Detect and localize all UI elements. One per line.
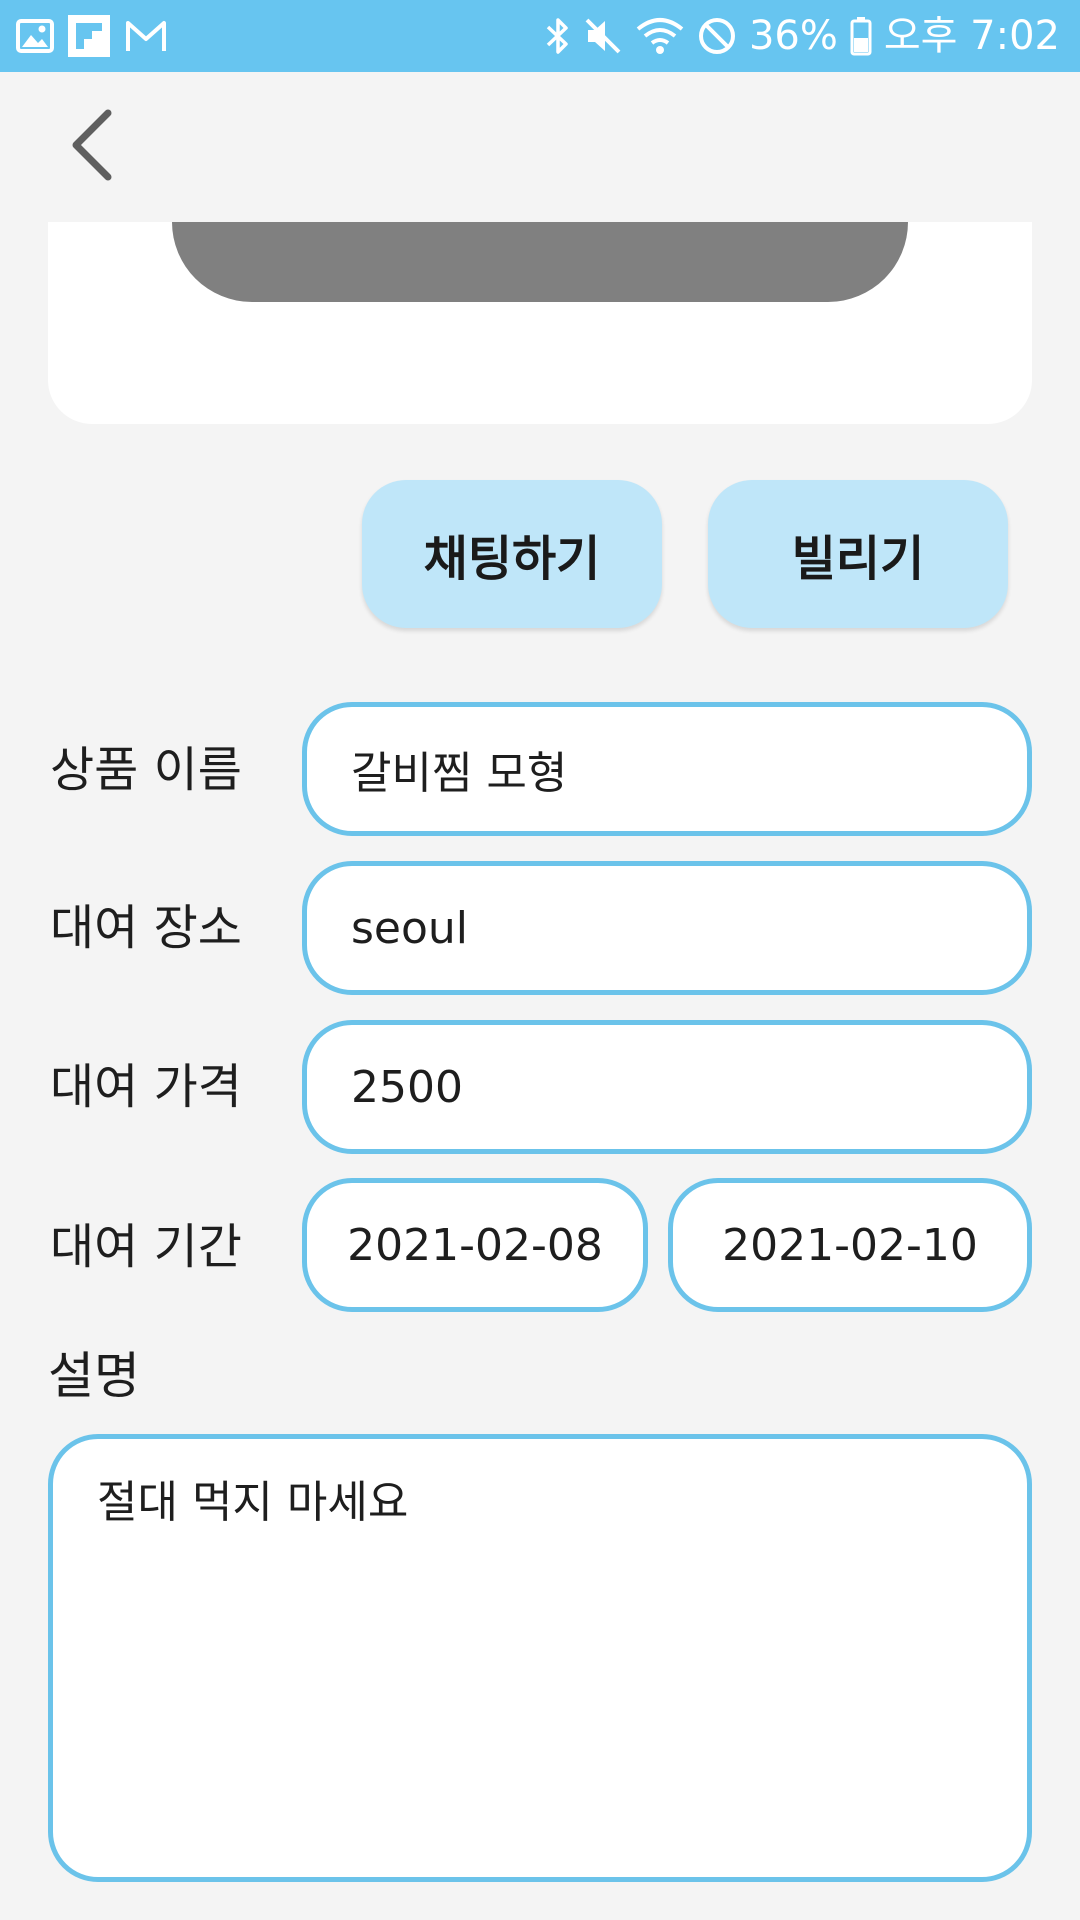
do-not-disturb-icon [697,16,737,56]
product-name-field[interactable]: 갈비찜 모형 [302,702,1032,836]
battery-percent: 36% [748,13,838,59]
rental-end-date-field[interactable]: 2021-02-10 [668,1178,1032,1312]
product-image-card [48,222,1032,424]
status-bar: 36% 오후 7:02 [0,0,1080,72]
rental-period-label: 대여 기간 [50,1219,242,1275]
rent-button[interactable]: 빌리기 [708,480,1008,628]
rental-place-label: 대여 장소 [50,900,242,956]
battery-icon [850,16,872,56]
rental-price-label: 대여 가격 [50,1059,242,1115]
product-name-label: 상품 이름 [50,742,242,798]
wifi-icon [635,16,685,56]
rental-place-field[interactable]: seoul [302,861,1032,995]
description-field[interactable]: 절대 먹지 마세요 [48,1434,1032,1882]
rental-price-field[interactable]: 2500 [302,1020,1032,1154]
gallery-icon [16,19,54,53]
system-icons: 36% 오후 7:02 [545,12,1060,60]
product-image [172,222,908,302]
notification-icons [16,14,168,58]
rental-start-date-field[interactable]: 2021-02-08 [302,1178,648,1312]
chat-button[interactable]: 채팅하기 [362,480,662,628]
clock: 오후 7:02 [883,13,1060,59]
flipboard-icon [68,15,110,57]
chevron-left-icon [72,109,112,181]
mute-icon [583,16,623,56]
gmail-icon [124,19,168,53]
back-button[interactable] [56,104,128,186]
description-label: 설명 [48,1347,140,1405]
bluetooth-icon [545,16,571,56]
